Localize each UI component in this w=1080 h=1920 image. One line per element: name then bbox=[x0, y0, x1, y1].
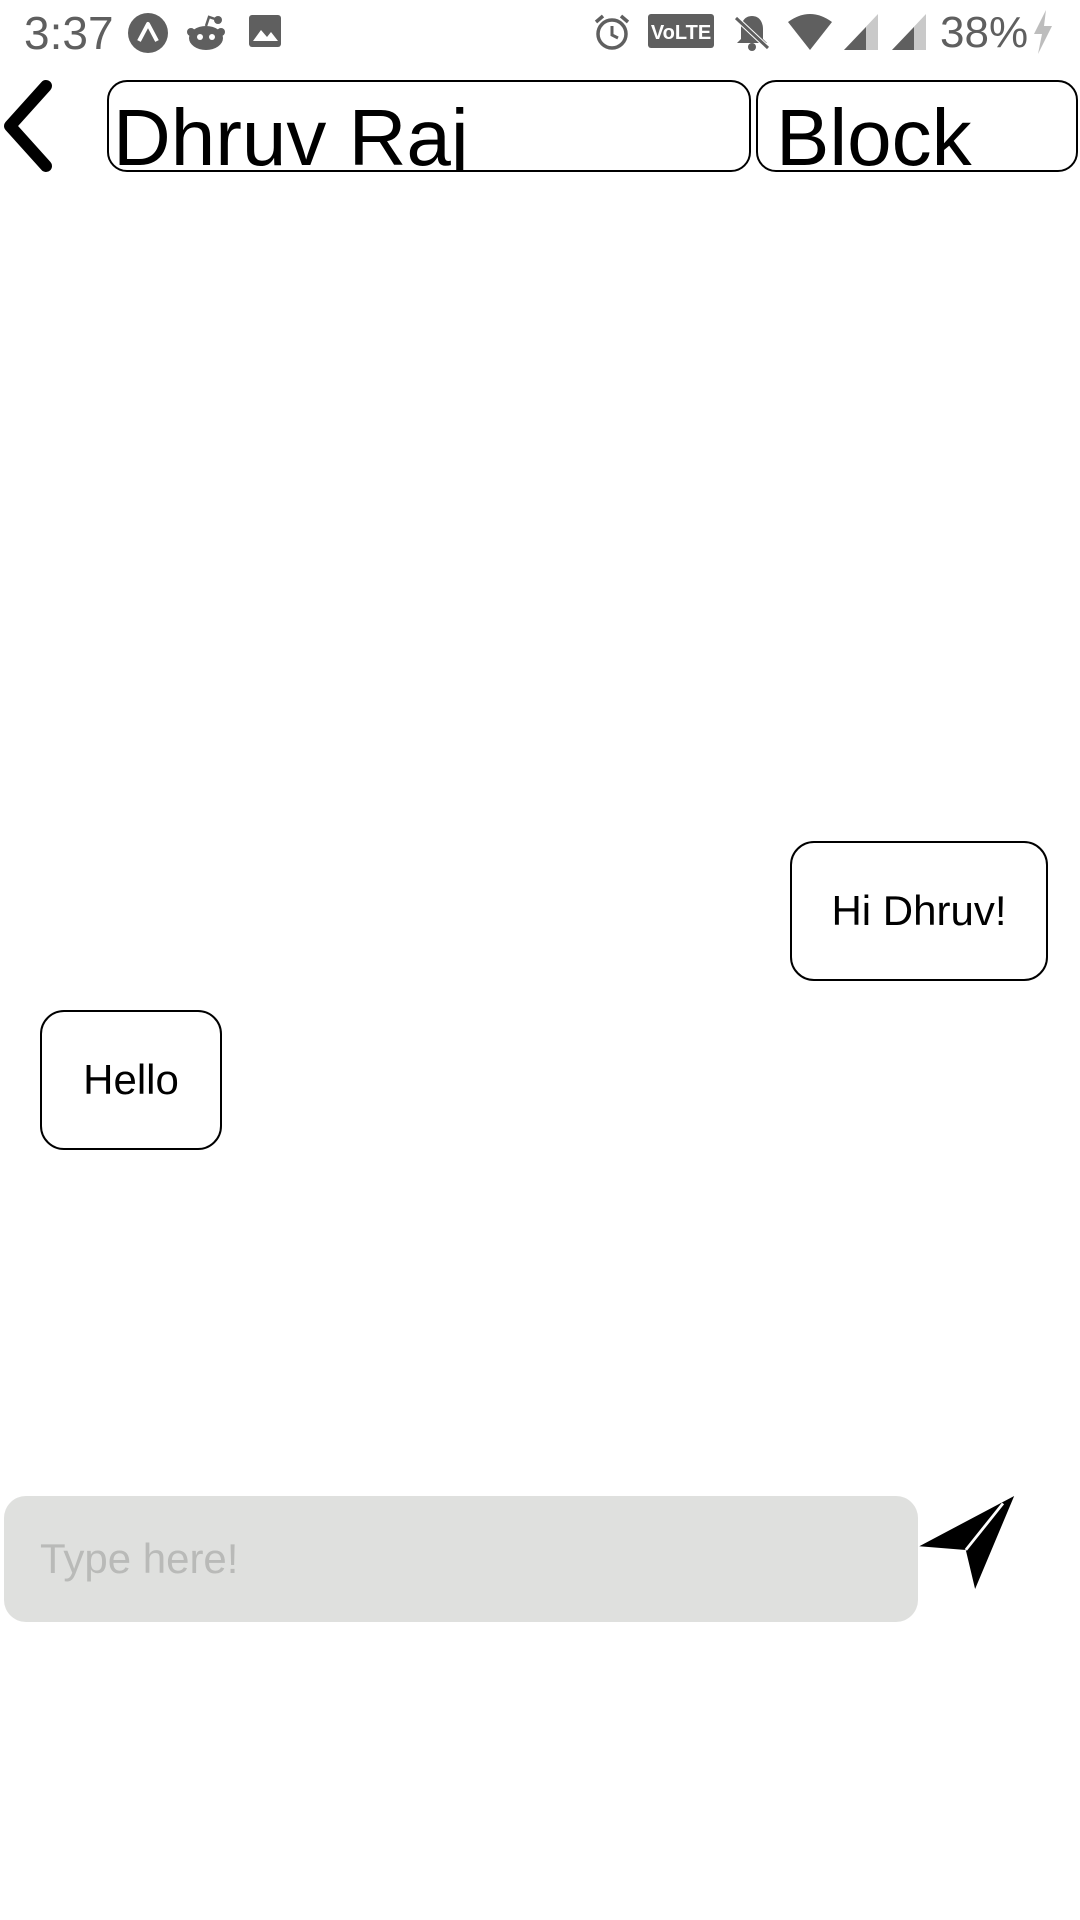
chevron-left-icon bbox=[4, 80, 52, 172]
charging-icon bbox=[1034, 10, 1052, 54]
svg-text:VoLTE: VoLTE bbox=[651, 22, 711, 44]
contact-name: Dhruv Raj bbox=[113, 93, 469, 172]
block-button[interactable]: Block bbox=[756, 80, 1078, 172]
message-bubble-received: Hello bbox=[40, 1010, 222, 1150]
alarm-icon bbox=[594, 14, 630, 50]
message-text: Hello bbox=[83, 1056, 179, 1103]
message-bubble-sent: Hi Dhruv! bbox=[790, 841, 1048, 981]
block-button-label: Block bbox=[776, 93, 972, 172]
status-bar: 3:37 VoLTE 38% bbox=[0, 0, 1080, 66]
notifications-off-icon bbox=[734, 16, 770, 51]
message-text: Hi Dhruv! bbox=[831, 887, 1007, 934]
image-icon bbox=[249, 15, 281, 47]
battery-percent: 38% bbox=[940, 8, 1029, 57]
signal-icon bbox=[892, 14, 926, 50]
signal-icon bbox=[844, 14, 878, 50]
status-time: 3:37 bbox=[24, 7, 114, 59]
chat-screen: 3:37 VoLTE 38% Dhruv Raj Block Hi Dhruv!… bbox=[0, 0, 1080, 1920]
app-a-icon bbox=[128, 13, 168, 53]
send-icon bbox=[919, 1496, 1015, 1589]
message-input[interactable] bbox=[4, 1496, 918, 1622]
wifi-icon bbox=[788, 14, 832, 50]
reddit-icon bbox=[187, 15, 225, 50]
back-button[interactable] bbox=[0, 76, 70, 176]
send-button[interactable] bbox=[916, 1490, 1026, 1600]
volte-icon: VoLTE bbox=[648, 14, 714, 48]
contact-name-box: Dhruv Raj bbox=[107, 80, 751, 172]
